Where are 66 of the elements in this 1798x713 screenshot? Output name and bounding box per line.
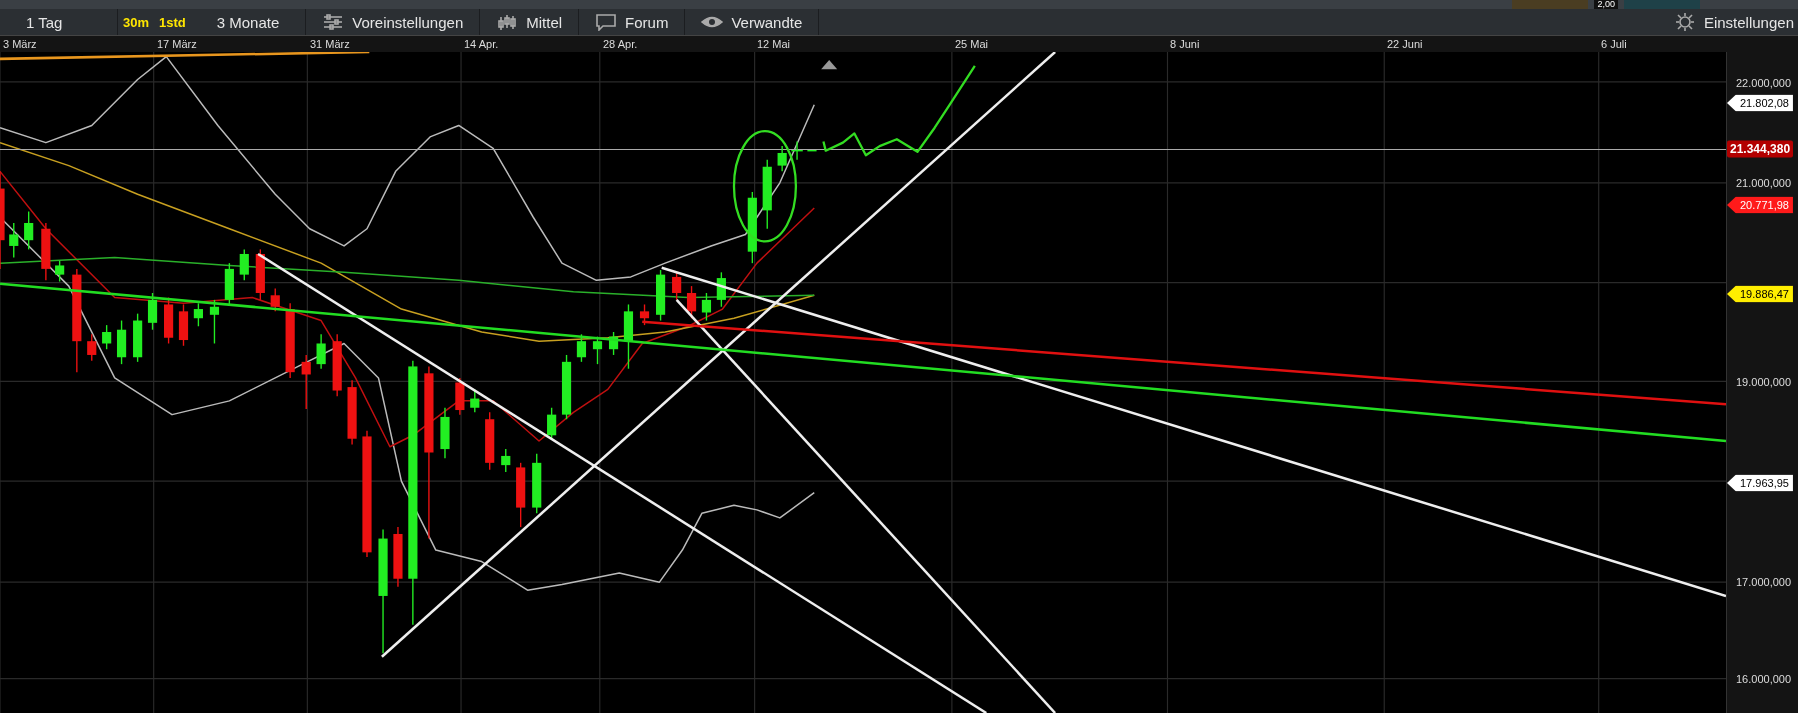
- candlestick: [532, 452, 542, 514]
- price-tag: 20.771,98: [1727, 196, 1793, 214]
- price-tag: 19.886,47: [1727, 285, 1793, 303]
- candles-icon: [496, 13, 519, 31]
- candlestick: [455, 377, 465, 416]
- date-label: 14 Apr.: [464, 38, 499, 50]
- axis-label: 16.000,000: [1736, 673, 1792, 685]
- candlestick: [485, 411, 495, 471]
- settings-icon: [1673, 13, 1696, 31]
- candlestick: [656, 269, 666, 322]
- candlestick: [224, 262, 234, 306]
- candlestick: [9, 222, 19, 259]
- date-label: 17 März: [157, 38, 197, 50]
- candlestick: [209, 299, 220, 345]
- candlestick: [301, 354, 311, 410]
- date-label: 22 Juni: [1387, 38, 1423, 50]
- date-label: 12 Mai: [757, 38, 791, 50]
- price-tag: 21.802,08: [1727, 94, 1793, 112]
- candlestick: [55, 260, 65, 283]
- candlestick: [516, 462, 526, 528]
- candlestick: [332, 333, 342, 397]
- candlestick: [347, 379, 357, 446]
- axis-label: 22.000,000: [1736, 77, 1792, 89]
- candlestick: [133, 312, 143, 363]
- triangle-marker-icon: [821, 60, 838, 70]
- date-label: 25 Mai: [955, 38, 989, 50]
- candlestick: [716, 271, 726, 308]
- candlestick: [576, 333, 587, 363]
- candlestick: [608, 331, 619, 356]
- candlestick: [501, 448, 511, 473]
- candlestick: [701, 292, 712, 322]
- candlestick: [393, 526, 403, 588]
- candlestick: [762, 159, 772, 230]
- sliders-icon: [322, 13, 345, 31]
- candlestick: [623, 303, 634, 370]
- candlestick: [117, 319, 127, 365]
- candlestick: [239, 248, 249, 282]
- candlestick: [440, 407, 450, 459]
- candlestick: [806, 150, 818, 152]
- candlestick: [24, 210, 34, 251]
- candlestick: [270, 287, 280, 313]
- candlestick: [639, 303, 650, 326]
- axis-label: 21.000,000: [1736, 177, 1792, 189]
- candlestick: [561, 354, 572, 420]
- date-label: 8 Juni: [1170, 38, 1200, 50]
- speech-bubble-icon: [595, 13, 618, 31]
- candlestick: [777, 145, 787, 173]
- axis-label: 19.000,000: [1736, 376, 1792, 388]
- candlestick: [87, 333, 97, 362]
- date-label: 6 Juli: [1601, 38, 1627, 50]
- date-label: 3 März: [3, 38, 37, 50]
- date-label: 31 März: [310, 38, 350, 50]
- candlestick: [178, 303, 189, 347]
- strip-value: 2,00: [1594, 0, 1618, 9]
- candlestick: [316, 333, 326, 370]
- candlestick: [255, 248, 265, 301]
- candlestick: [102, 324, 112, 350]
- price-tag: 17.963,95: [1727, 474, 1793, 492]
- candlestick: [193, 302, 203, 327]
- date-label: 28 Apr.: [603, 38, 638, 50]
- candlestick: [147, 292, 158, 331]
- price-tag: 21.344,380: [1727, 140, 1794, 158]
- axis-label: 17.000,000: [1736, 576, 1792, 588]
- candlestick: [672, 271, 682, 301]
- candlestick: [790, 140, 804, 161]
- candlestick: [41, 222, 51, 282]
